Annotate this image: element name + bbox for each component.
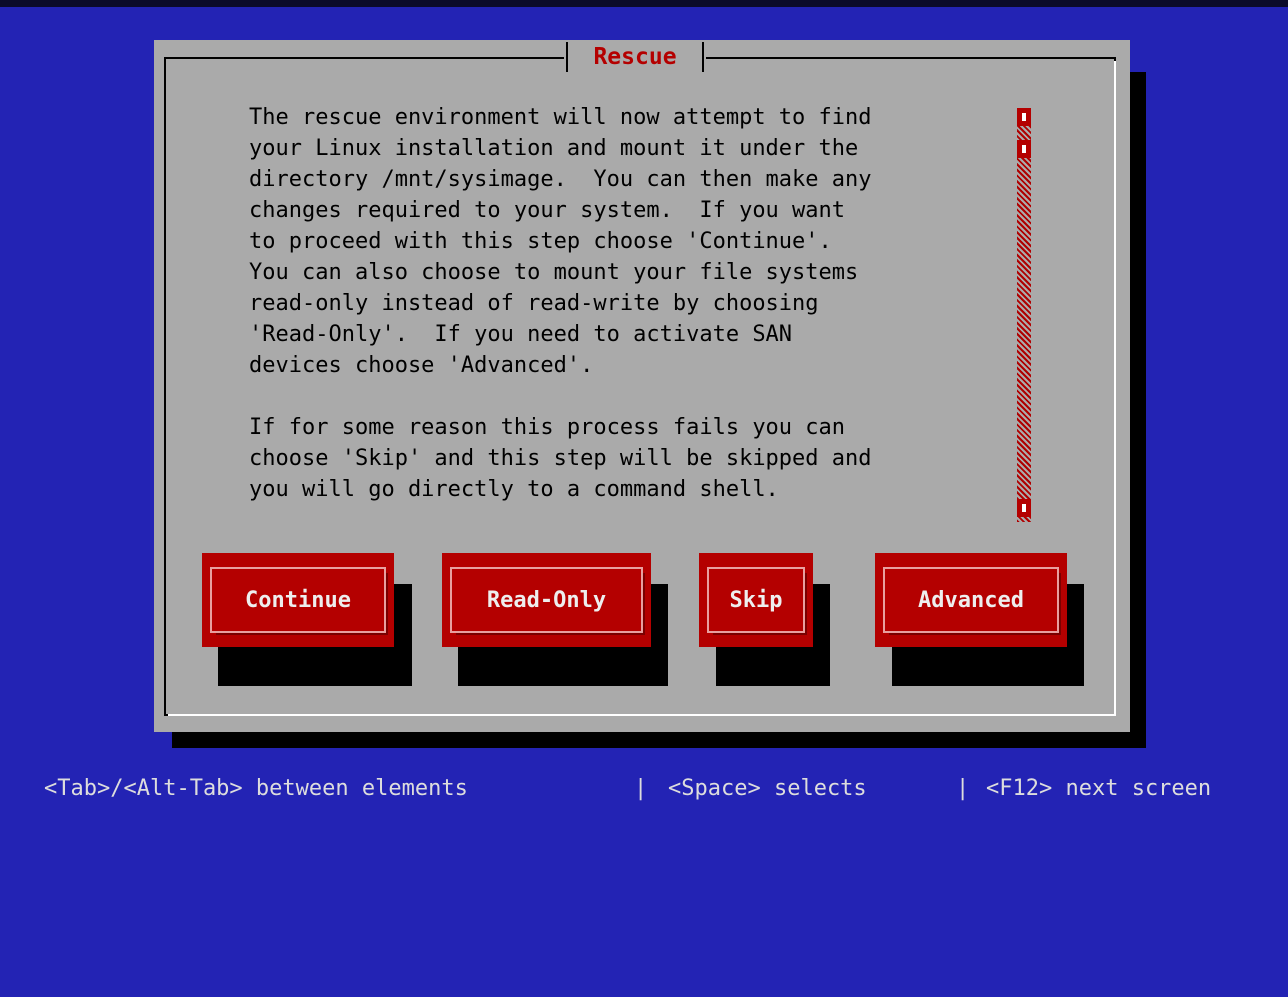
advanced-button-label: Advanced — [883, 567, 1061, 635]
scroll-down-arrow-icon[interactable] — [1017, 499, 1031, 517]
continue-button[interactable]: Continue — [202, 553, 394, 647]
body-text-line: read-only instead of read-write by choos… — [249, 291, 819, 316]
skip-button[interactable]: Skip — [699, 553, 813, 647]
help-space-selects: <Space> selects — [668, 776, 867, 801]
body-text-line: your Linux installation and mount it und… — [249, 136, 859, 161]
body-text-line: devices choose 'Advanced'. — [249, 353, 594, 378]
help-tab-navigation: <Tab>/<Alt-Tab> between elements — [44, 776, 468, 801]
scrollbar[interactable] — [1017, 108, 1031, 522]
help-f12-next: <F12> next screen — [986, 776, 1212, 801]
read-only-button-label: Read-Only — [450, 567, 645, 635]
body-text-line: The rescue environment will now attempt … — [249, 105, 872, 130]
advanced-button[interactable]: Advanced — [875, 553, 1067, 647]
skip-button-label: Skip — [707, 567, 807, 635]
continue-button-label: Continue — [210, 567, 388, 635]
body-text-line: You can also choose to mount your file s… — [249, 260, 859, 285]
body-text-line: If for some reason this process fails yo… — [249, 415, 846, 440]
read-only-button[interactable]: Read-Only — [442, 553, 651, 647]
body-text-line: choose 'Skip' and this step will be skip… — [249, 446, 872, 471]
body-text-line: you will go directly to a command shell. — [249, 477, 779, 502]
body-text-line: directory /mnt/sysimage. You can then ma… — [249, 167, 872, 192]
dialog-title: Rescue — [564, 40, 706, 74]
rescue-screen: Rescue The rescue environment will now a… — [0, 0, 1288, 805]
help-separator: | — [634, 776, 648, 801]
body-text-line: changes required to your system. If you … — [249, 198, 846, 223]
help-bar: <Tab>/<Alt-Tab> between elements | <Spac… — [0, 773, 1288, 805]
body-text-line: 'Read-Only'. If you need to activate SAN — [249, 322, 793, 347]
top-strip — [0, 0, 1288, 7]
dialog-body-text: The rescue environment will now attempt … — [249, 102, 1009, 505]
scroll-thumb[interactable] — [1017, 140, 1031, 158]
body-text-line — [249, 381, 1009, 412]
body-text-line: to proceed with this step choose 'Contin… — [249, 229, 832, 254]
scroll-up-arrow-icon[interactable] — [1017, 108, 1031, 126]
help-separator: | — [956, 776, 970, 801]
